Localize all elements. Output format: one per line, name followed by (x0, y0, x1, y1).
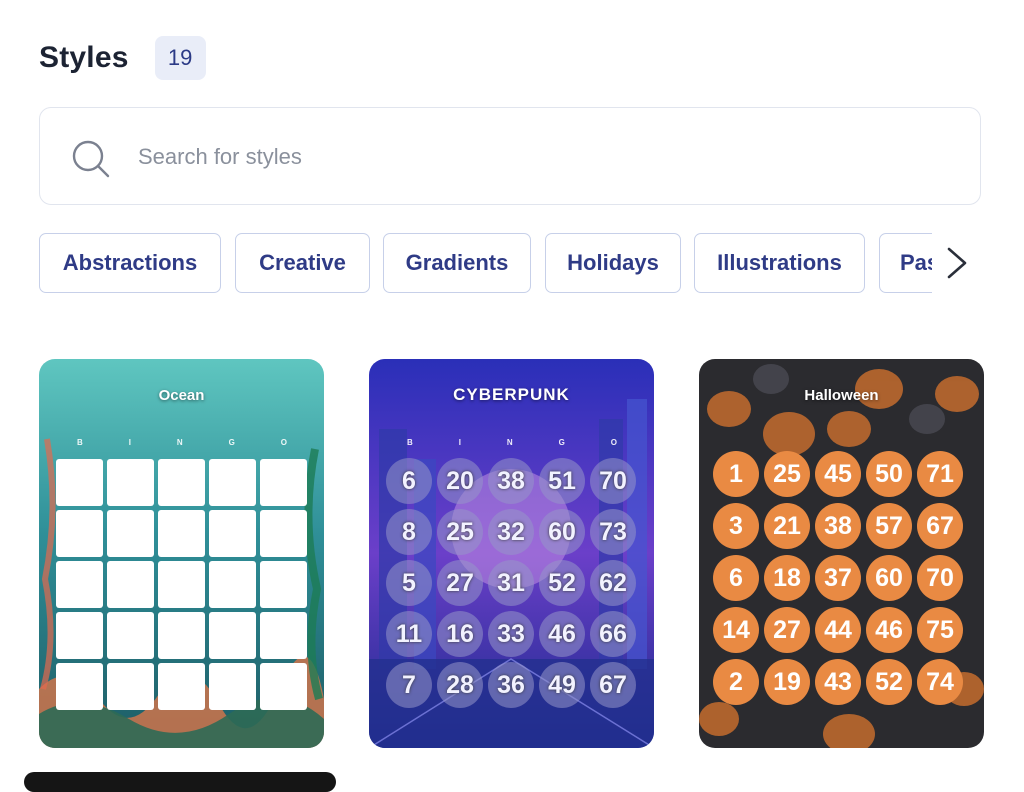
chip-abstractions[interactable]: Abstractions (39, 233, 221, 293)
bingo-number-ball: 43 (815, 659, 861, 705)
bingo-number-ball: 70 (917, 555, 963, 601)
bingo-cell (56, 663, 103, 710)
bingo-cell (158, 459, 205, 506)
page-title: Styles (39, 41, 129, 74)
cyberpunk-bingo-letters: BINGO (407, 438, 617, 447)
bingo-number-ball: 18 (764, 555, 810, 601)
bingo-number-ball: 16 (437, 611, 483, 657)
chip-creative[interactable]: Creative (235, 233, 370, 293)
bingo-number-ball: 38 (488, 458, 534, 504)
bingo-number-ball: 11 (386, 611, 432, 657)
bingo-number-ball: 46 (866, 607, 912, 653)
styles-header: Styles 19 (39, 36, 206, 80)
bingo-cell (56, 459, 103, 506)
style-card-cyberpunk[interactable]: CYBERPUNK BINGO 6 20 38 51 70 8 25 32 60 73 5 27 31 5… (369, 359, 654, 748)
bingo-number-ball: 19 (764, 659, 810, 705)
bingo-number-ball: 70 (590, 458, 636, 504)
bingo-number-ball: 33 (488, 611, 534, 657)
bingo-cell (260, 663, 307, 710)
bingo-number-ball: 60 (866, 555, 912, 601)
bingo-cell (209, 459, 256, 506)
bingo-cell (107, 561, 154, 608)
bingo-number-ball: 50 (866, 451, 912, 497)
bingo-cell (107, 510, 154, 557)
bingo-number-ball: 46 (539, 611, 585, 657)
bingo-number-ball: 14 (713, 607, 759, 653)
card-title-halloween: Halloween (804, 387, 879, 404)
search-icon (72, 140, 110, 178)
bingo-cell (209, 510, 256, 557)
bingo-number-ball: 49 (539, 662, 585, 708)
bingo-cell (56, 510, 103, 557)
chip-gradients[interactable]: Gradients (383, 233, 531, 293)
card-title-cyberpunk: CYBERPUNK (453, 385, 570, 404)
bingo-number-ball: 71 (917, 451, 963, 497)
filter-chips: Abstractions Creative Gradients Holidays… (39, 233, 932, 295)
chip-holidays[interactable]: Holidays (545, 233, 681, 293)
bingo-number-ball: 27 (764, 607, 810, 653)
bingo-number-ball: 20 (437, 458, 483, 504)
bingo-cell (260, 510, 307, 557)
ocean-bingo-letters: BINGO (77, 438, 287, 447)
bingo-cell (158, 561, 205, 608)
bingo-cell (107, 663, 154, 710)
bingo-cell (260, 459, 307, 506)
bingo-cell (158, 663, 205, 710)
bingo-cell (107, 612, 154, 659)
bingo-number-ball: 21 (764, 503, 810, 549)
styles-count-badge: 19 (154, 36, 206, 80)
style-card-halloween[interactable]: Halloween 1 25 45 50 71 3 21 38 57 67 6 18 37 60 70 14 2… (699, 359, 984, 748)
bingo-cell (260, 561, 307, 608)
search-box[interactable] (39, 107, 981, 206)
next-row-card-edge (24, 772, 336, 792)
bingo-number-ball: 51 (539, 458, 585, 504)
bingo-number-ball: 44 (815, 607, 861, 653)
style-card-ocean[interactable]: Ocean BINGO (39, 359, 324, 748)
bingo-cell (107, 459, 154, 506)
bingo-number-ball: 27 (437, 560, 483, 606)
bingo-number-ball: 8 (386, 509, 432, 555)
bingo-number-ball: 60 (539, 509, 585, 555)
bingo-number-ball: 25 (437, 509, 483, 555)
bingo-cell (209, 663, 256, 710)
bingo-number-ball: 73 (590, 509, 636, 555)
bingo-cell (260, 612, 307, 659)
bingo-number-ball: 36 (488, 662, 534, 708)
bingo-number-ball: 57 (866, 503, 912, 549)
bingo-cell (56, 561, 103, 608)
bingo-number-ball: 5 (386, 560, 432, 606)
bingo-cell (56, 612, 103, 659)
bingo-number-ball: 38 (815, 503, 861, 549)
bingo-number-ball: 62 (590, 560, 636, 606)
bingo-number-ball: 45 (815, 451, 861, 497)
bingo-number-ball: 75 (917, 607, 963, 653)
bingo-number-ball: 52 (866, 659, 912, 705)
bingo-number-ball: 28 (437, 662, 483, 708)
bingo-number-ball: 67 (917, 503, 963, 549)
bingo-number-ball: 32 (488, 509, 534, 555)
bingo-number-ball: 7 (386, 662, 432, 708)
bingo-number-ball: 2 (713, 659, 759, 705)
bingo-number-ball: 67 (590, 662, 636, 708)
chip-illustrations[interactable]: Illustrations (694, 233, 865, 293)
bingo-number-ball: 6 (713, 555, 759, 601)
bingo-number-ball: 25 (764, 451, 810, 497)
search-input[interactable] (136, 108, 940, 206)
chevron-right-icon[interactable] (943, 246, 971, 280)
card-title-ocean: Ocean (158, 387, 205, 404)
bingo-cell (209, 561, 256, 608)
bingo-cell (209, 612, 256, 659)
bingo-cell (158, 510, 205, 557)
bingo-number-ball: 74 (917, 659, 963, 705)
bingo-number-ball: 6 (386, 458, 432, 504)
bingo-number-ball: 31 (488, 560, 534, 606)
chip-pas[interactable]: Pas (879, 233, 932, 293)
bingo-number-ball: 1 (713, 451, 759, 497)
bingo-number-ball: 37 (815, 555, 861, 601)
bingo-cell (158, 612, 205, 659)
bingo-number-ball: 52 (539, 560, 585, 606)
bingo-number-ball: 3 (713, 503, 759, 549)
bingo-number-ball: 66 (590, 611, 636, 657)
